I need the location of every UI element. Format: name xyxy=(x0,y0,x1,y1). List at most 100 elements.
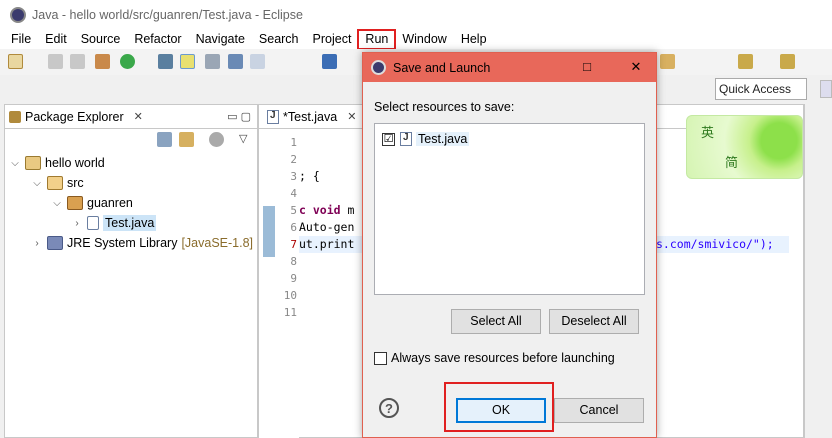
console-icon[interactable] xyxy=(322,54,337,69)
save-all-icon[interactable] xyxy=(70,54,85,69)
line-number: 1 xyxy=(290,136,297,149)
jre-version-label: [JavaSE-1.8] xyxy=(181,236,254,250)
eclipse-icon xyxy=(371,60,386,75)
always-save-checkbox[interactable] xyxy=(374,351,387,365)
tree-project[interactable]: ⌵ hello world xyxy=(9,153,105,173)
close-button[interactable]: ✕ xyxy=(626,59,646,75)
tree-src[interactable]: ⌵ src xyxy=(31,173,84,193)
new-package-icon[interactable] xyxy=(158,54,173,69)
menu-source[interactable]: Source xyxy=(74,30,128,49)
outline-icon[interactable] xyxy=(228,54,243,69)
source-folder-icon xyxy=(47,176,63,190)
maximize-button[interactable]: □ xyxy=(577,59,597,74)
package-icon xyxy=(67,196,83,210)
select-all-button[interactable]: Select All xyxy=(451,309,541,334)
help-icon[interactable]: ? xyxy=(379,398,399,418)
ok-highlight-box xyxy=(444,382,554,432)
expand-arrow-icon[interactable]: › xyxy=(71,218,83,229)
tree-file-label: Test.java xyxy=(103,215,157,231)
package-explorer-toolbar: ▽ xyxy=(5,129,257,151)
menu-run[interactable]: Run xyxy=(357,29,397,50)
code-string: s.com/smivico/"); xyxy=(656,237,774,251)
save-icon[interactable] xyxy=(48,54,63,69)
line-number: 3 xyxy=(290,170,297,183)
menu-help[interactable]: Help xyxy=(454,30,494,49)
menu-project[interactable]: Project xyxy=(306,30,359,49)
collapse-arrow-icon[interactable]: ⌵ xyxy=(31,178,43,189)
menu-file[interactable]: File xyxy=(4,30,38,49)
toggle-icon[interactable] xyxy=(205,54,220,69)
quick-access-field[interactable]: Quick Access xyxy=(715,78,807,100)
tree-jre[interactable]: › JRE System Library [JavaSE-1.8] xyxy=(31,233,253,253)
collapse-arrow-icon[interactable]: ⌵ xyxy=(51,198,63,209)
deselect-all-button[interactable]: Deselect All xyxy=(549,309,639,334)
java-file-icon xyxy=(400,132,412,146)
code-text: ut.print xyxy=(299,237,355,251)
tree-project-label: hello world xyxy=(45,156,105,170)
close-icon[interactable]: ✕ xyxy=(134,110,143,123)
perspective-icon[interactable] xyxy=(820,80,832,98)
decoration-char: 简 xyxy=(725,156,739,171)
cancel-button[interactable]: Cancel xyxy=(554,398,644,423)
menu-search[interactable]: Search xyxy=(252,30,306,49)
java-file-icon xyxy=(267,109,279,124)
line-number: 7 xyxy=(290,238,297,251)
menu-refactor[interactable]: Refactor xyxy=(127,30,188,49)
tree-package-label: guanren xyxy=(87,196,133,210)
resources-list: ☑ Test.java xyxy=(374,123,645,295)
code-comment[interactable]: Auto-gen xyxy=(299,219,354,236)
dialog-titlebar: Save and Launch □ ✕ xyxy=(363,53,656,82)
decoration-char: 英 xyxy=(701,126,715,141)
right-trim xyxy=(804,104,832,438)
build-icon[interactable] xyxy=(95,54,110,69)
line-number-gutter: 1 2 3 4 5 6 7 8 9 10 11 xyxy=(259,130,299,438)
package-explorer-label: Package Explorer xyxy=(25,109,124,124)
line-number: 5 xyxy=(290,204,297,217)
line-number: 10 xyxy=(283,289,297,302)
save-and-launch-dialog: Save and Launch □ ✕ Select resources to … xyxy=(362,52,657,438)
menu-window[interactable]: Window xyxy=(395,30,453,49)
window-titlebar: Java - hello world/src/guanren/Test.java… xyxy=(0,0,832,30)
pen-icon[interactable] xyxy=(660,54,675,69)
new-icon[interactable] xyxy=(8,54,23,69)
expand-arrow-icon[interactable]: › xyxy=(31,238,43,249)
resource-item[interactable]: ☑ Test.java xyxy=(382,130,470,148)
code-text: m xyxy=(340,203,355,217)
menubar: File Edit Source Refactor Navigate Searc… xyxy=(0,29,832,50)
line-number: 8 xyxy=(290,255,297,268)
dialog-title: Save and Launch xyxy=(393,60,491,75)
run-icon[interactable] xyxy=(120,54,135,69)
minimize-maximize-icon[interactable]: ▭ ▢ xyxy=(227,110,251,123)
change-marker xyxy=(263,206,275,257)
prev-edit-icon[interactable] xyxy=(780,54,795,69)
highlight-icon[interactable] xyxy=(180,54,195,69)
tree-file[interactable]: › Test.java xyxy=(71,213,157,233)
filter-icon[interactable] xyxy=(209,132,224,147)
next-annotation-icon[interactable] xyxy=(738,54,753,69)
menu-edit[interactable]: Edit xyxy=(38,30,74,49)
collapse-all-icon[interactable] xyxy=(157,132,172,147)
library-icon xyxy=(47,236,63,250)
code-keyword: c void xyxy=(299,203,341,217)
always-save-option[interactable]: Always save resources before launching xyxy=(374,351,615,365)
java-file-icon xyxy=(87,216,99,230)
collapse-arrow-icon[interactable]: ⌵ xyxy=(9,158,21,169)
line-number: 6 xyxy=(290,221,297,234)
code-line[interactable]: c void m xyxy=(299,202,354,219)
close-icon[interactable]: ✕ xyxy=(347,110,356,123)
tree-package[interactable]: ⌵ guanren xyxy=(51,193,133,213)
resource-checkbox[interactable]: ☑ xyxy=(382,132,395,146)
always-save-label: Always save resources before launching xyxy=(391,351,615,365)
view-menu-icon[interactable]: ▽ xyxy=(239,132,247,145)
flower-decoration: 英 简 xyxy=(686,115,803,179)
resource-name: Test.java xyxy=(416,132,470,146)
paragraph-icon[interactable] xyxy=(250,54,265,69)
code-line[interactable]: ; { xyxy=(299,168,320,185)
package-explorer: Package Explorer ✕ ▭ ▢ ▽ ⌵ hello world ⌵… xyxy=(4,104,258,438)
package-explorer-tab[interactable]: Package Explorer ✕ ▭ ▢ xyxy=(5,105,257,129)
line-number: 4 xyxy=(290,187,297,200)
eclipse-icon xyxy=(10,7,26,23)
menu-navigate[interactable]: Navigate xyxy=(189,30,252,49)
editor-tab-label: *Test.java xyxy=(283,109,338,124)
link-editor-icon[interactable] xyxy=(179,132,194,147)
